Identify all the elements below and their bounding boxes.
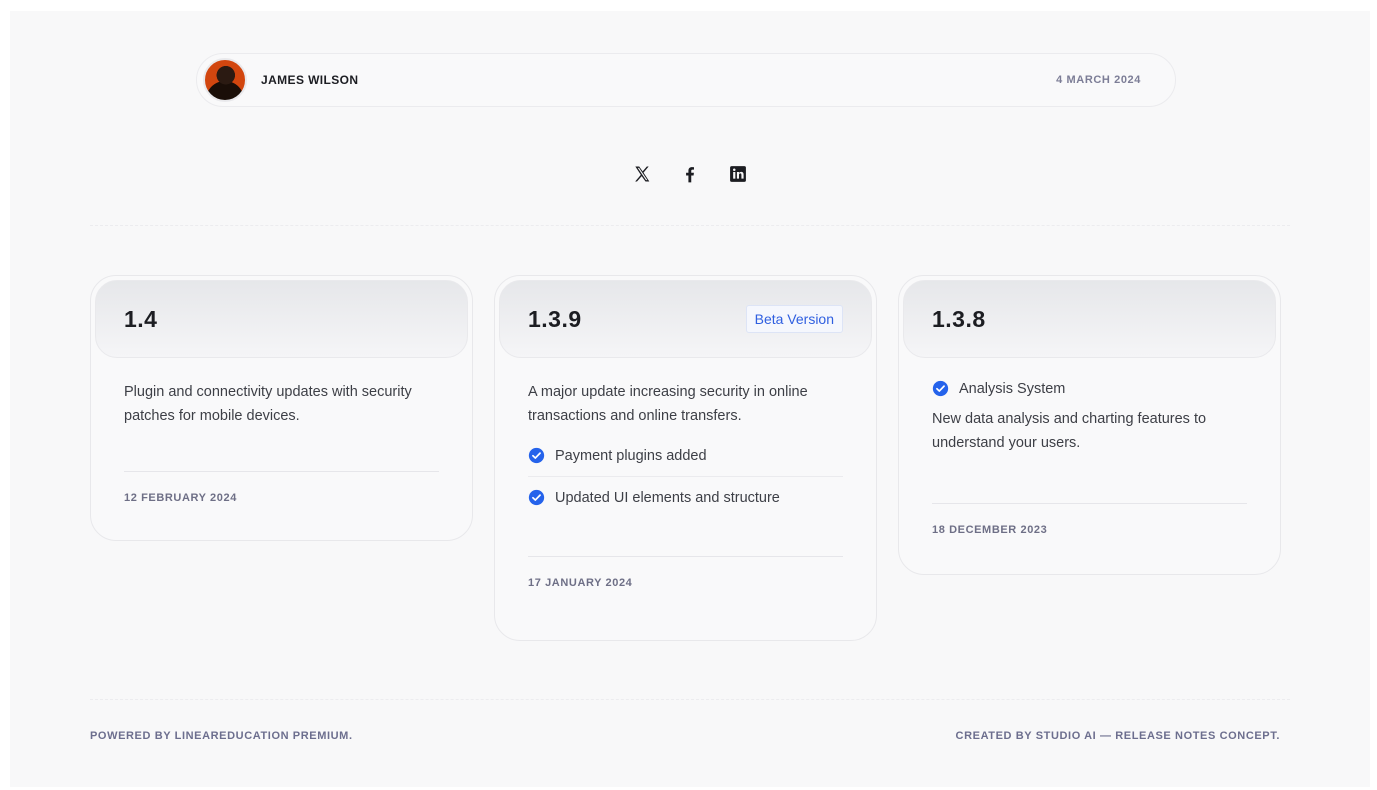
author-name: JAMES WILSON — [261, 73, 359, 87]
release-card: 1.4 Plugin and connectivity updates with… — [90, 275, 473, 541]
author-header: JAMES WILSON 4 MARCH 2024 — [196, 53, 1176, 107]
feature-label: Payment plugins added — [555, 447, 707, 464]
linkedin-icon[interactable] — [727, 163, 749, 185]
release-description: New data analysis and charting features … — [932, 411, 1207, 451]
feature-label: Updated UI elements and structure — [555, 489, 780, 506]
feature-label: Analysis System — [959, 380, 1066, 397]
release-notes-page: JAMES WILSON 4 MARCH 2024 1.4 Plugin and… — [10, 11, 1370, 787]
version-number: 1.3.8 — [932, 305, 986, 332]
feature-item: Analysis System — [932, 380, 1247, 397]
card-header: 1.3.8 — [903, 280, 1276, 358]
release-card: 1.3.9 Beta Version A major update increa… — [494, 275, 877, 641]
version-number: 1.4 — [124, 305, 158, 332]
release-date: 17 JANUARY 2024 — [528, 577, 633, 589]
beta-badge: Beta Version — [745, 305, 843, 333]
version-number: 1.3.9 — [528, 305, 582, 332]
social-links — [10, 163, 1370, 189]
check-circle-icon — [528, 447, 545, 464]
feature-item: Updated UI elements and structure — [528, 489, 843, 506]
facebook-icon[interactable] — [679, 163, 701, 185]
publish-date: 4 MARCH 2024 — [1056, 74, 1141, 86]
footer-powered-by: POWERED BY LINEAREDUCATION PREMIUM. — [90, 730, 353, 742]
footer-divider — [90, 699, 1290, 700]
footer-credits: CREATED BY STUDIO AI — RELEASE NOTES CON… — [955, 730, 1280, 742]
release-date: 12 FEBRUARY 2024 — [124, 492, 237, 504]
card-divider — [932, 503, 1247, 504]
release-card: 1.3.8 Analysis System New data analysis … — [898, 275, 1281, 575]
card-divider — [124, 471, 439, 472]
release-date: 18 DECEMBER 2023 — [932, 524, 1048, 536]
card-divider — [528, 556, 843, 557]
feature-item: Payment plugins added — [528, 447, 843, 464]
avatar[interactable] — [203, 58, 247, 102]
x-twitter-icon[interactable] — [631, 163, 653, 185]
card-header: 1.3.9 Beta Version — [499, 280, 872, 358]
feature-divider — [528, 476, 843, 477]
check-circle-icon — [528, 489, 545, 506]
release-description: A major update increasing security in on… — [528, 384, 808, 424]
check-circle-icon — [932, 380, 949, 397]
card-header: 1.4 — [95, 280, 468, 358]
release-description: Plugin and connectivity updates with sec… — [124, 384, 412, 424]
header-divider — [90, 225, 1290, 226]
